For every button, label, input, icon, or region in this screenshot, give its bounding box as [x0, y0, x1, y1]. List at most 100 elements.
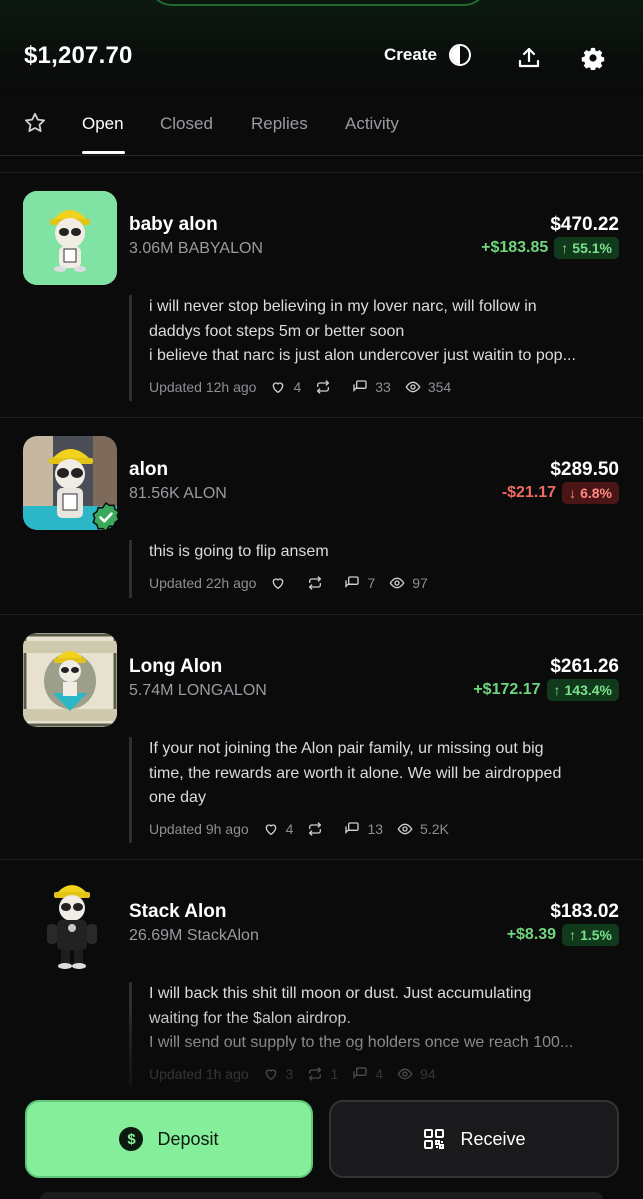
position-value: $289.50 — [550, 459, 619, 480]
pnl-badge: ↑ 143.4% — [546, 679, 619, 701]
like-stat[interactable]: 3 — [263, 1066, 293, 1082]
token-holding: 26.69M StackAlon — [129, 927, 259, 944]
pnl-percent: 6.8% — [580, 485, 612, 501]
arrow-up-icon: ↑ — [569, 927, 577, 943]
repost-count: 1 — [330, 1065, 339, 1082]
arrow-up-icon: ↑ — [553, 682, 561, 698]
view-stat: 97 — [389, 575, 428, 591]
view-count: 5.2K — [420, 820, 449, 837]
pnl-percent: 1.5% — [580, 927, 612, 943]
repost-icon — [309, 821, 322, 836]
pnl-amount: -$21.17 — [501, 484, 557, 501]
heart-icon — [273, 577, 284, 589]
token-avatar — [23, 878, 117, 972]
receive-button[interactable]: Receive — [329, 1100, 619, 1178]
view-count: 94 — [420, 1065, 436, 1082]
updated-time: Updated 1h ago — [149, 1065, 249, 1082]
token-name: baby alon — [129, 214, 218, 235]
reply-stat[interactable]: 7 — [344, 575, 375, 591]
post-line: this is going to flip ansem — [149, 543, 329, 560]
pnl-row: +$8.39 ↑ 1.5% — [507, 924, 619, 946]
token-avatar — [23, 191, 117, 285]
gear-icon[interactable] — [581, 46, 605, 70]
reply-stat[interactable]: 4 — [352, 1066, 383, 1082]
comment-icon — [353, 379, 367, 392]
post-preview[interactable]: this is going to flip ansem Updated 22h … — [129, 540, 624, 598]
token-holding: 3.06M BABYALON — [129, 240, 263, 257]
updated-time: Updated 22h ago — [149, 574, 257, 591]
arrow-down-icon: ↓ — [569, 485, 577, 501]
token-name: Stack Alon — [129, 901, 227, 922]
position-card[interactable]: Long Alon 5.74M LONGALON $261.26 +$172.1… — [0, 615, 643, 860]
position-card[interactable]: baby alon 3.06M BABYALON $470.22 +$183.8… — [0, 173, 643, 418]
active-tab-indicator — [82, 151, 125, 154]
tab-activity[interactable]: Activity — [345, 114, 399, 134]
repost-icon — [309, 1066, 322, 1081]
view-stat: 354 — [405, 379, 451, 395]
reply-count: 7 — [367, 574, 376, 591]
repost-stat[interactable]: 1 — [307, 1066, 338, 1082]
like-stat[interactable] — [270, 575, 293, 591]
updated-time: Updated 9h ago — [149, 820, 249, 837]
receive-label: Receive — [460, 1128, 526, 1149]
like-count: 4 — [285, 820, 294, 837]
post-line: waiting for the $alon airdrop. — [149, 1009, 351, 1027]
token-name: alon — [129, 459, 169, 480]
token-avatar — [23, 633, 117, 727]
post-line: i believe that narc is just alon underco… — [149, 347, 576, 364]
position-card[interactable]: alon 81.56K ALON $289.50 -$21.17 ↓ 6.8% t… — [0, 418, 643, 615]
eye-icon — [397, 1068, 413, 1079]
tab-open[interactable]: Open — [82, 114, 124, 134]
post-text: this is going to flip ansem — [149, 540, 624, 565]
repost-icon — [309, 575, 322, 590]
repost-stat[interactable] — [307, 821, 330, 837]
pnl-amount: +$172.17 — [473, 681, 541, 698]
like-stat[interactable]: 4 — [263, 820, 294, 837]
heart-icon — [265, 1068, 276, 1080]
position-value: $261.26 — [550, 656, 619, 677]
pnl-row: +$172.17 ↑ 143.4% — [473, 679, 619, 701]
post-line: time, the rewards are worth it alone. We… — [149, 764, 562, 782]
reply-count: 33 — [375, 378, 391, 395]
pnl-amount: +$183.85 — [481, 239, 549, 256]
tab-replies[interactable]: Replies — [251, 114, 308, 134]
create-label: Create — [384, 45, 437, 64]
post-line: If your not joining the Alon pair family… — [149, 740, 544, 757]
post-preview[interactable]: If your not joining the Alon pair family… — [129, 737, 624, 843]
create-button[interactable]: Create — [384, 44, 471, 66]
post-text: If your not joining the Alon pair family… — [149, 737, 624, 811]
post-line: daddys foot steps 5m or better soon — [149, 322, 405, 340]
post-preview[interactable]: i will never stop believing in my lover … — [129, 295, 624, 401]
deposit-label: Deposit — [157, 1128, 219, 1149]
post-meta: Updated 9h ago 4 13 5.2K — [149, 821, 624, 837]
pnl-row: +$183.85 ↑ 55.1% — [481, 237, 619, 259]
view-count: 97 — [412, 574, 428, 591]
pnl-percent: 143.4% — [564, 682, 612, 698]
post-meta: Updated 1h ago 3 1 4 94 — [149, 1066, 624, 1082]
reply-count: 13 — [367, 820, 384, 837]
pnl-badge: ↑ 1.5% — [562, 924, 619, 946]
position-value: $470.22 — [550, 214, 619, 235]
header-banner — [148, 0, 488, 6]
repost-stat[interactable] — [315, 379, 338, 395]
post-meta: Updated 12h ago 4 33 354 — [149, 379, 624, 395]
view-count: 354 — [427, 378, 452, 395]
reply-stat[interactable]: 13 — [344, 821, 383, 837]
heart-icon — [273, 381, 284, 393]
position-card[interactable]: Stack Alon 26.69M StackAlon $183.02 +$8.… — [0, 860, 643, 1105]
tab-closed[interactable]: Closed — [160, 114, 213, 134]
post-preview[interactable]: I will back this shit till moon or dust.… — [129, 982, 624, 1088]
heart-icon — [265, 823, 276, 835]
like-stat[interactable]: 4 — [270, 379, 301, 395]
eye-icon — [405, 381, 421, 392]
reply-stat[interactable]: 33 — [352, 379, 391, 395]
repost-stat[interactable] — [307, 575, 330, 591]
pnl-row: -$21.17 ↓ 6.8% — [502, 482, 619, 504]
pnl-amount: +$8.39 — [506, 926, 557, 943]
deposit-button[interactable]: $ Deposit — [25, 1100, 313, 1178]
repost-icon — [317, 379, 330, 394]
upload-icon[interactable] — [517, 46, 541, 70]
token-avatar — [23, 436, 120, 532]
star-icon[interactable] — [23, 111, 47, 135]
updated-time: Updated 12h ago — [149, 378, 257, 395]
